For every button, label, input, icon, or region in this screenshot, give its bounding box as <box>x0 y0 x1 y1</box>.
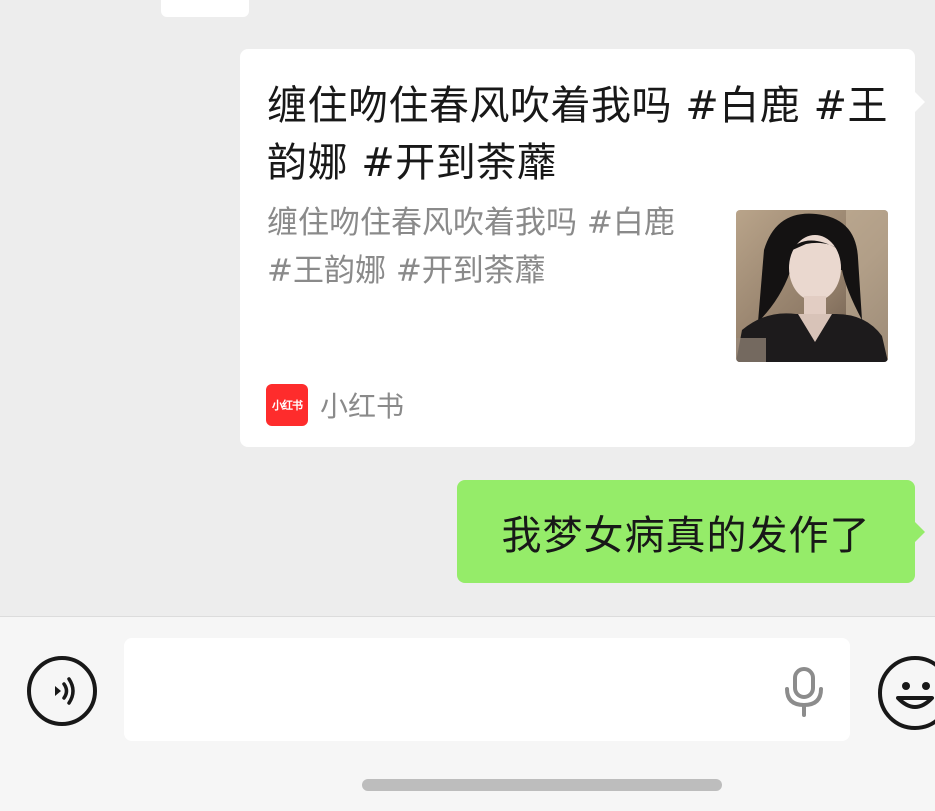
card-bubble-arrow <box>915 92 925 112</box>
my-message-bubble[interactable]: 我梦女病真的发作了 <box>457 480 915 583</box>
xiaohongshu-logo-icon: 小红书 <box>266 384 308 426</box>
previous-message-bubble[interactable] <box>161 0 249 17</box>
my-message-text: 我梦女病真的发作了 <box>501 512 871 559</box>
emoji-icon <box>896 682 934 709</box>
card-source-row: 小红书 小红书 <box>266 384 404 426</box>
my-bubble-arrow <box>915 522 925 542</box>
card-source-name: 小红书 <box>320 390 405 423</box>
card-thumbnail-image <box>736 210 888 362</box>
chat-message-list[interactable]: 缠住吻住春风吹着我吗 #白鹿 #王韵娜 #开到荼蘼 缠住吻住春风吹着我吗 #白鹿… <box>0 0 935 616</box>
card-title: 缠住吻住春风吹着我吗 #白鹿 #王韵娜 #开到荼蘼 <box>267 83 888 186</box>
mic-icon[interactable] <box>782 667 826 717</box>
message-input[interactable] <box>124 638 850 741</box>
voice-mode-icon <box>55 677 75 705</box>
home-indicator[interactable] <box>362 779 722 791</box>
voice-mode-button[interactable] <box>27 656 97 726</box>
card-description: 缠住吻住春风吹着我吗 #白鹿 #王韵娜 #开到荼蘼 <box>267 205 675 289</box>
